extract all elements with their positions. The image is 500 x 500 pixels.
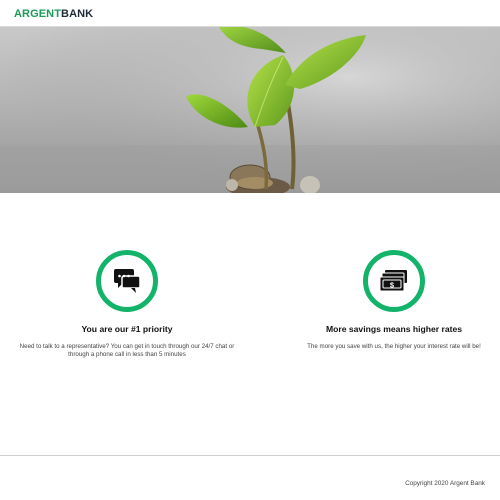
main-nav: ARGENTBANK xyxy=(0,0,500,27)
brand-name-bank: BANK xyxy=(61,8,94,20)
feature-item-savings: $ More savings means higher rates The mo… xyxy=(274,250,500,351)
copyright-text: Copyright 2020 Argent Bank xyxy=(405,480,485,487)
hero-plant-image xyxy=(0,27,500,193)
hero-banner xyxy=(0,27,500,193)
feature-title: You are our #1 priority xyxy=(81,324,173,334)
features-section: You are our #1 priority Need to talk to … xyxy=(0,193,500,455)
chat-bubbles-icon xyxy=(114,269,141,293)
page-footer: Copyright 2020 Argent Bank xyxy=(0,455,500,500)
feature-description: The more you save with us, the higher yo… xyxy=(307,343,481,350)
feature-title: More savings means higher rates xyxy=(325,324,463,334)
feature-item-priority: You are our #1 priority Need to talk to … xyxy=(7,250,247,359)
money-bills-icon: $ xyxy=(379,270,407,292)
feature-icon-ring: $ xyxy=(363,250,425,312)
brand-logo-link[interactable]: ARGENTBANK xyxy=(14,8,93,21)
feature-description: Need to talk to a representative? You ca… xyxy=(19,343,235,358)
feature-icon-ring xyxy=(96,250,158,312)
brand-name-argent: ARGENT xyxy=(14,8,62,20)
